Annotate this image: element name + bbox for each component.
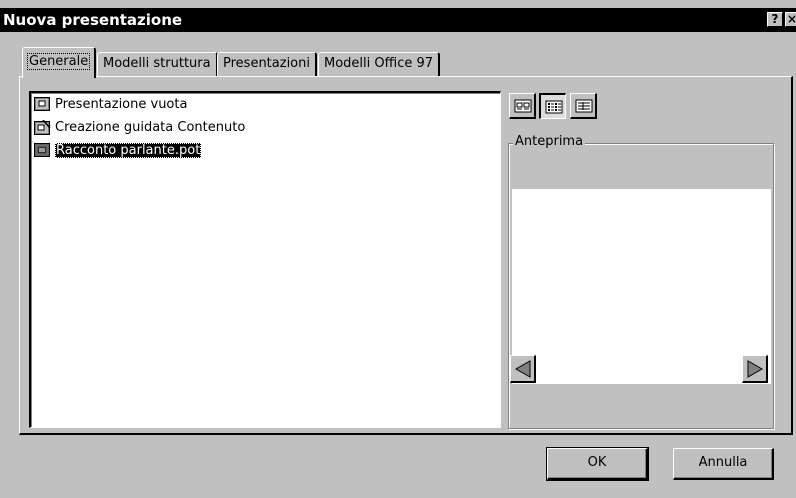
list-item-label: Creazione guidata Contenuto	[55, 120, 246, 135]
details-view-icon	[575, 99, 593, 113]
list-view-button[interactable]	[539, 93, 566, 119]
tab-label: Modelli Office 97	[324, 56, 434, 71]
tab-modelli-office-97[interactable]: Modelli Office 97	[318, 52, 441, 76]
window-title: Nuova presentazione	[3, 11, 183, 29]
new-presentation-dialog: Nuova presentazione ? × Generale Modelli…	[0, 0, 796, 498]
list-item[interactable]: Creazione guidata Contenuto	[34, 119, 245, 138]
template-list[interactable]: Presentazione vuota Creazione guidata Co…	[29, 91, 501, 428]
content-wizard-icon	[34, 119, 51, 136]
details-view-button[interactable]	[570, 93, 597, 119]
blank-presentation-icon	[34, 97, 51, 113]
help-button[interactable]: ?	[767, 12, 783, 27]
large-icons-view-icon	[514, 99, 532, 113]
cancel-button[interactable]: Annulla	[673, 448, 774, 480]
ok-button[interactable]: OK	[546, 447, 649, 481]
list-item[interactable]: Racconto parlante.pot	[34, 142, 202, 161]
tab-label: Generale	[26, 53, 91, 70]
tab-presentazioni[interactable]: Presentazioni	[217, 52, 317, 76]
tab-generale[interactable]: Generale	[22, 47, 97, 78]
next-button[interactable]	[742, 355, 768, 383]
previous-button[interactable]	[510, 355, 536, 383]
template-icon	[34, 143, 51, 159]
tab-label: Presentazioni	[223, 56, 310, 71]
list-item[interactable]: Presentazione vuota	[34, 96, 187, 115]
close-button[interactable]: ×	[785, 12, 796, 27]
preview-label: Anteprima	[513, 134, 586, 149]
list-item-label: Racconto parlante.pot	[55, 143, 202, 158]
list-item-label: Presentazione vuota	[55, 97, 188, 112]
title-bar[interactable]: Nuova presentazione ? ×	[0, 8, 796, 32]
preview-area	[512, 189, 771, 384]
large-icons-view-button[interactable]	[509, 93, 536, 119]
list-view-icon	[545, 100, 563, 114]
tab-label: Modelli struttura	[103, 56, 211, 71]
arrow-left-icon	[514, 360, 531, 378]
arrow-right-icon	[747, 360, 764, 378]
tab-modelli-struttura[interactable]: Modelli struttura	[97, 52, 218, 76]
